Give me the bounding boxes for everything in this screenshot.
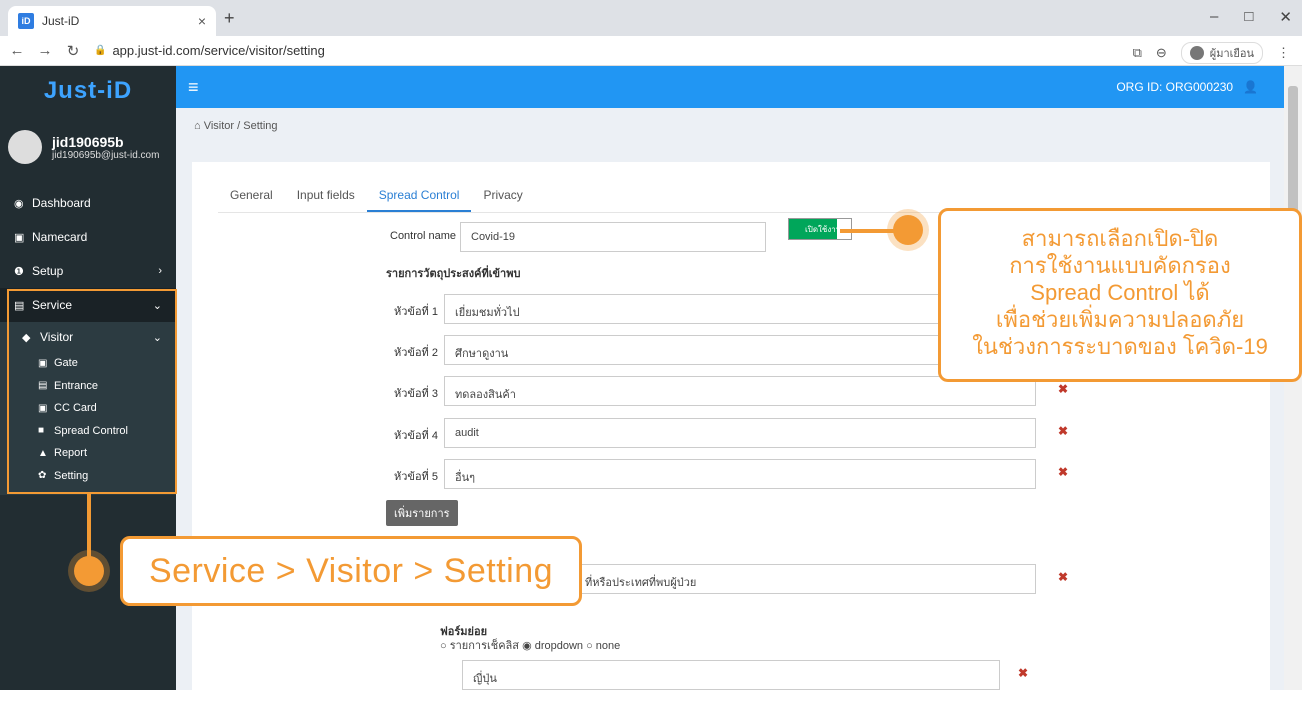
sidebar-item-label: Namecard [32,230,88,244]
callout-line: การใช้งานแบบคัดกรอง [1009,253,1231,278]
tab-bar: General Input fields Spread Control Priv… [218,184,1048,213]
callout-description: สามารถเลือกเปิด-ปิด การใช้งานแบบคัดกรอง … [938,208,1302,382]
back-icon[interactable]: ← [6,42,28,59]
purpose-input[interactable]: audit [444,418,1036,448]
favicon-icon: iD [18,13,34,29]
user-email: jid190695b@just-id.com [52,149,160,161]
address-bar: ← → ↻ 🔒 app.just-id.com/service/visitor/… [0,36,1302,66]
profile-button[interactable]: ผู้มาเยือน [1180,42,1263,64]
user-panel: jid190695b jid190695b@just-id.com [0,116,176,178]
reload-icon[interactable]: ↻ [62,42,84,60]
profile-label: ผู้มาเยือน [1209,48,1254,60]
row-label: หัวข้อที่ 3 [394,388,438,400]
subform-radio-group[interactable]: ○ รายการเช็คลิส ◉ dropdown ○ none [440,636,620,654]
purpose-input[interactable]: อื่นๆ [444,459,1036,489]
user-name: jid190695b [52,133,124,150]
new-tab-button[interactable]: + [224,8,235,29]
dashboard-icon: ◉ [14,197,24,210]
row-label: หัวข้อที่ 1 [394,306,438,318]
window-controls: – □ ✕ [1210,8,1292,26]
sidebar-item-dashboard[interactable]: ◉ Dashboard [0,186,176,220]
callout-dot [74,556,104,586]
avatar [8,130,42,164]
sidebar-item-label: Dashboard [32,196,91,210]
tab-privacy[interactable]: Privacy [471,184,534,212]
callout-line: เพื่อช่วยเพิ่มความปลอดภัย [995,307,1245,332]
tab-title: Just-iD [42,14,80,28]
row-label: หัวข้อที่ 5 [394,471,438,483]
delete-icon[interactable]: ✖ [1058,570,1068,584]
url-text: app.just-id.com/service/visitor/setting [112,43,325,58]
minimize-icon[interactable]: – [1210,8,1218,26]
callout-line: ในช่วงการระบาดของ โควิด-19 [972,334,1268,359]
hamburger-icon[interactable]: ≡ [188,77,199,98]
org-id-display: ORG ID: ORG000230 👤 [1116,80,1258,94]
top-navbar: ≡ ORG ID: ORG000230 👤 [176,66,1284,108]
namecard-icon: ▣ [14,231,25,244]
breadcrumb-text: Visitor / Setting [203,120,278,132]
callout-line: สามารถเลือกเปิด-ปิด [1021,226,1219,251]
tab-input-fields[interactable]: Input fields [285,184,367,212]
control-name-input[interactable]: Covid-19 [460,222,766,252]
user-icon[interactable]: 👤 [1243,80,1258,94]
browser-tabbar: iD Just-iD × + – □ ✕ [0,0,1302,36]
home-icon[interactable]: ⌂ [194,120,201,132]
breadcrumb: ⌂ Visitor / Setting [194,120,278,132]
lock-icon: 🔒 [94,45,107,56]
forward-icon[interactable]: → [34,42,56,59]
tab-general[interactable]: General [218,184,285,212]
sub-option-input[interactable]: ญี่ปุ่น [462,660,1000,690]
row-label: หัวข้อที่ 4 [394,430,438,442]
purpose-heading: รายการวัตถุประสงค์ที่เข้าพบ [386,268,521,280]
window-close-icon[interactable]: ✕ [1279,8,1292,26]
menu-icon[interactable]: ⋮ [1277,45,1290,61]
callout-dot [893,215,923,245]
translate-icon[interactable]: ⧉ [1133,45,1142,61]
delete-icon[interactable]: ✖ [1058,382,1068,396]
highlight-box [7,289,177,494]
address-bar-actions: ⧉ ⊖ ผู้มาเยือน ⋮ [1133,42,1290,64]
delete-icon[interactable]: ✖ [1058,424,1068,438]
info-icon: ❶ [14,265,24,278]
sidebar-item-namecard[interactable]: ▣ Namecard [0,220,176,254]
org-id-text: ORG ID: ORG000230 [1116,80,1234,94]
maximize-icon[interactable]: □ [1244,8,1253,26]
delete-icon[interactable]: ✖ [1058,465,1068,479]
callout-navigation: Service > Visitor > Setting [120,536,582,606]
brand-logo: Just-iD [43,77,133,104]
add-item-button[interactable]: เพิ่มรายการ [386,500,458,526]
delete-icon[interactable]: ✖ [1018,666,1028,680]
control-name-label: Control name [390,230,457,242]
toggle-label: เปิดใช้งาน [805,224,842,234]
tab-spread-control[interactable]: Spread Control [366,184,472,212]
url-field[interactable]: 🔒 app.just-id.com/service/visitor/settin… [94,43,325,58]
close-icon[interactable]: × [198,13,206,29]
zoom-icon[interactable]: ⊖ [1156,45,1167,61]
sidebar-item-setup[interactable]: ❶ Setup › [0,254,176,288]
chevron-right-icon: › [158,265,162,277]
row-label: หัวข้อที่ 2 [394,347,438,359]
callout-line: Spread Control ได้ [1030,280,1210,305]
profile-icon [1189,46,1204,60]
browser-tab[interactable]: iD Just-iD × [8,6,216,36]
sidebar-item-label: Setup [32,264,64,278]
